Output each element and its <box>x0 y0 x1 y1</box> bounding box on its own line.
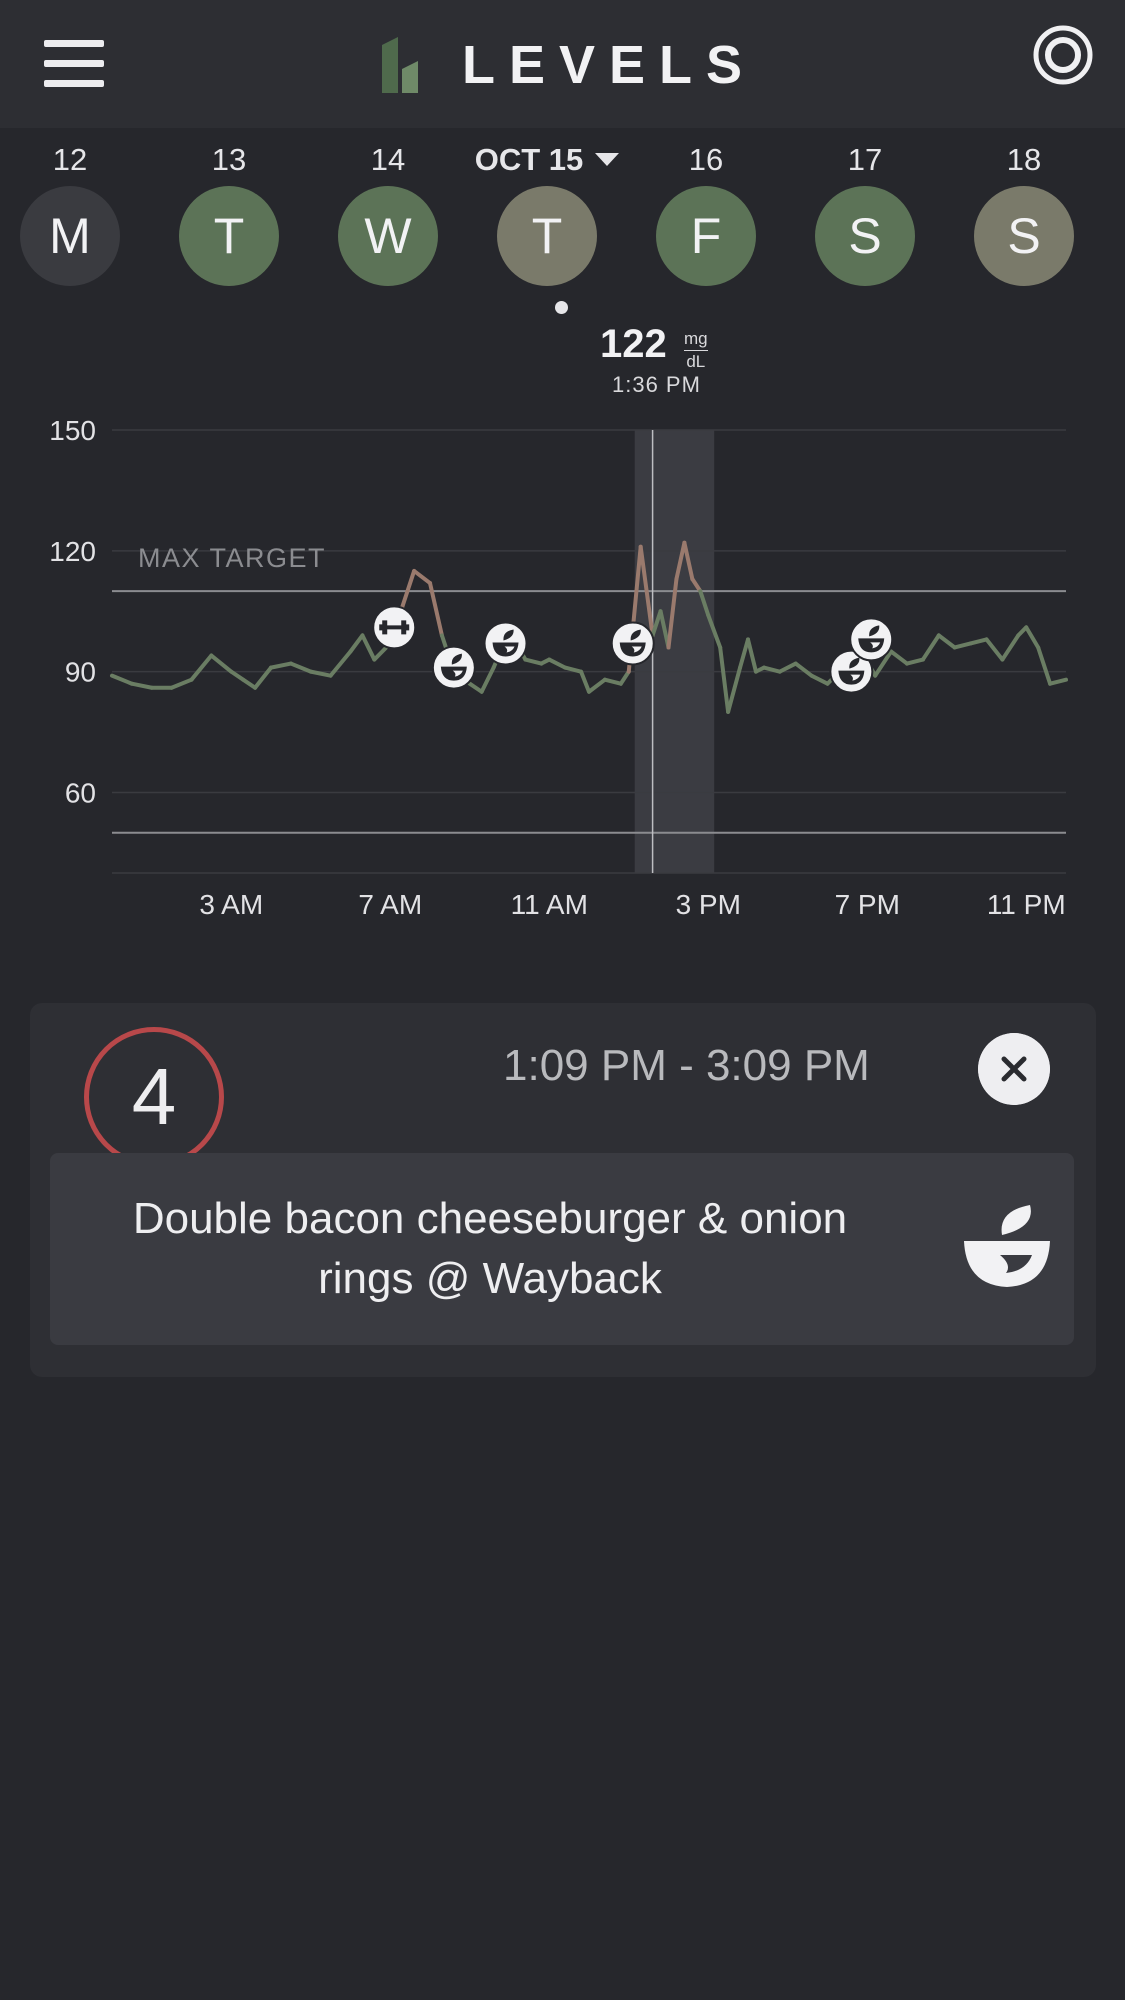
glucose-line-segment <box>169 677 194 690</box>
y-tick-label: 90 <box>65 657 96 688</box>
glucose-line-segment <box>718 645 731 714</box>
glucose-line-segment <box>253 665 273 690</box>
glucose-line-segment <box>523 657 544 666</box>
y-tick-label: 60 <box>65 777 96 808</box>
glucose-line-segment <box>968 637 989 646</box>
glucose-line-segment <box>229 669 246 682</box>
glucose-line-segment <box>777 661 798 674</box>
meal-icon[interactable] <box>849 617 894 662</box>
glucose-line-segment <box>793 661 814 678</box>
glucose-line-segment <box>1024 625 1041 650</box>
max-target-label: MAX TARGET <box>138 543 326 573</box>
y-tick-label: 120 <box>49 536 96 567</box>
meal-icon[interactable] <box>431 645 476 690</box>
glucose-line-segment <box>984 637 1005 662</box>
glucose-line-segment <box>412 568 432 586</box>
glucose-line-segment <box>360 633 377 662</box>
meal-entry[interactable]: Double bacon cheeseburger & onion rings … <box>50 1153 1074 1345</box>
glucose-line-segment <box>209 653 234 674</box>
glucose-chart[interactable]: 150 120 90 60 MAX TARGET 3 AM 7 AM 11 AM 3 PM 7 P… <box>0 0 1125 960</box>
x-tick-label: 7 AM <box>358 889 422 920</box>
glucose-line-segment <box>1036 645 1053 686</box>
glucose-line-segment <box>738 637 750 670</box>
meal-icon[interactable] <box>483 621 528 666</box>
glucose-line-segment <box>189 653 214 682</box>
meal-icon[interactable] <box>610 621 655 666</box>
glucose-line-segment <box>618 669 631 686</box>
glucose-line-segment <box>288 661 313 674</box>
glucose-line-segment <box>746 637 758 674</box>
y-tick-label: 150 <box>49 415 96 446</box>
glucose-line-segment <box>889 649 909 666</box>
close-icon[interactable] <box>978 1033 1050 1105</box>
meal-score-badge: 4 <box>84 1027 224 1167</box>
glucose-line-segment <box>905 657 925 666</box>
glucose-line-segment <box>241 677 258 690</box>
meal-card: 4 1:09 PM - 3:09 PM Double bacon cheeseb… <box>30 1003 1096 1377</box>
glucose-line-segment <box>110 673 134 686</box>
glucose-line-segment <box>400 568 417 610</box>
glucose-line-segment <box>602 677 623 686</box>
glucose-line-segment <box>579 669 591 694</box>
x-tick-label: 3 AM <box>199 889 263 920</box>
glucose-line-segment <box>936 633 957 650</box>
workout-icon[interactable] <box>372 605 417 650</box>
glucose-line-segment <box>1048 677 1068 686</box>
glucose-line-segment <box>547 657 568 670</box>
glucose-line-segment <box>269 661 293 670</box>
x-tick-label: 3 PM <box>676 889 741 920</box>
glucose-line-segment <box>348 633 365 654</box>
glucose-line-segment <box>129 681 154 690</box>
meal-description: Double bacon cheeseburger & onion rings … <box>132 1194 848 1303</box>
meal-icon <box>964 1205 1050 1287</box>
x-tick-label: 11 PM <box>987 889 1066 920</box>
glucose-line-segment <box>809 673 830 686</box>
glucose-line-segment <box>1000 633 1021 662</box>
glucose-line-segment <box>587 677 607 694</box>
glucose-line-segment <box>467 681 484 694</box>
x-tick-label: 7 PM <box>835 889 900 920</box>
glucose-line-segment <box>952 641 973 650</box>
glucose-line-segment <box>920 633 941 662</box>
x-tick-label: 11 AM <box>511 889 588 920</box>
meal-time-range: 1:09 PM - 3:09 PM <box>503 1041 870 1090</box>
glucose-line-segment <box>726 665 743 714</box>
